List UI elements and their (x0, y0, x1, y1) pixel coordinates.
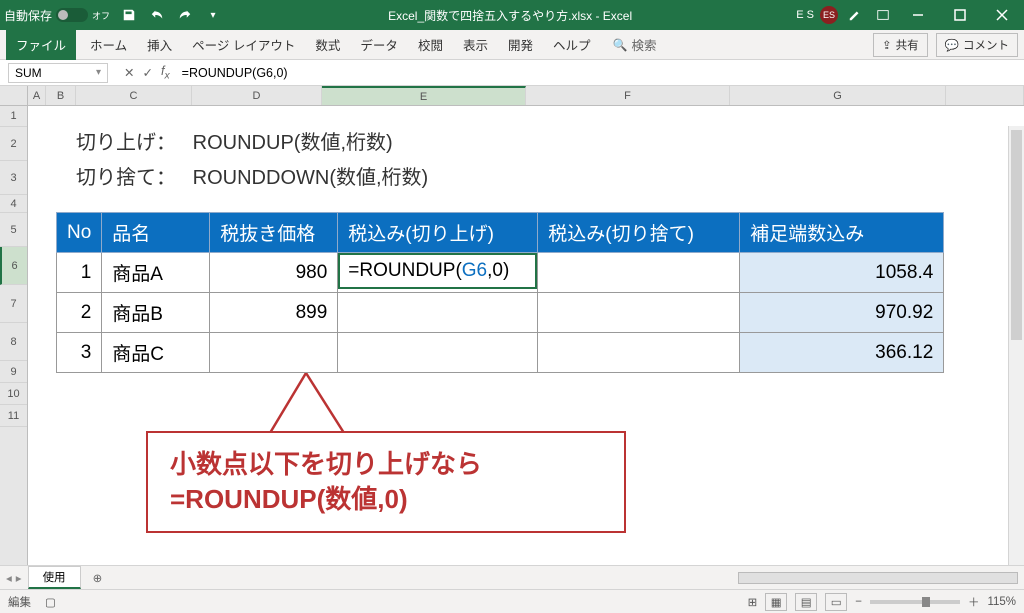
active-cell[interactable]: =ROUNDUP(G6,0) (338, 253, 538, 293)
row-header-5[interactable]: 5 (0, 213, 27, 247)
autosave-label: 自動保存 (4, 7, 52, 24)
tab-home[interactable]: ホーム (80, 29, 137, 60)
row-header-9[interactable]: 9 (0, 361, 27, 383)
zoom-level[interactable]: 115% (987, 596, 1016, 608)
tab-page-layout[interactable]: ページ レイアウト (182, 29, 305, 60)
tab-data[interactable]: データ (350, 29, 408, 60)
row-header-6[interactable]: 6 (0, 247, 27, 285)
tab-nav-last-icon[interactable]: ▸ (16, 571, 22, 585)
tab-help[interactable]: ヘルプ (543, 29, 601, 60)
drawing-icon[interactable] (844, 4, 866, 26)
row-header-8[interactable]: 8 (0, 323, 27, 361)
autosave-state: オフ (92, 9, 110, 22)
zoom-out-button[interactable]: − (855, 596, 862, 608)
fx-icon[interactable]: fx (161, 64, 170, 82)
zoom-slider[interactable] (870, 600, 960, 604)
autosave-toggle[interactable]: 自動保存 オフ (4, 7, 110, 24)
row-header-11[interactable]: 11 (0, 405, 27, 427)
comments-button[interactable]: 💬 コメント (936, 33, 1018, 57)
tab-view[interactable]: 表示 (453, 29, 498, 60)
close-button[interactable] (984, 0, 1020, 30)
formula-bar: SUM ▾ ✕ ✓ fx =ROUNDUP(G6,0) (0, 60, 1024, 86)
minimize-button[interactable] (900, 0, 936, 30)
column-header-E[interactable]: E (322, 86, 526, 105)
row-headers[interactable]: 1234567891011 (0, 106, 28, 565)
column-header-C[interactable]: C (76, 86, 192, 105)
redo-icon[interactable] (174, 4, 196, 26)
row-header-1[interactable]: 1 (0, 106, 27, 127)
chevron-down-icon[interactable]: ▾ (96, 67, 101, 78)
column-header-B[interactable]: B (46, 86, 76, 105)
name-box[interactable]: SUM ▾ (8, 63, 108, 83)
share-button[interactable]: ⇪ 共有 (873, 33, 928, 57)
row-header-3[interactable]: 3 (0, 161, 27, 195)
tab-formulas[interactable]: 数式 (305, 29, 350, 60)
window-title: Excel_関数で四捨五入するやり方.xlsx - Excel (224, 7, 796, 24)
intro-text: 切り上げ： ROUNDUP(数値,桁数) 切り捨て： ROUNDDOWN(数値,… (76, 126, 1012, 190)
table-header-row: No 品名 税抜き価格 税込み(切り上げ) 税込み(切り捨て) 補足端数込み (57, 213, 944, 253)
ribbon-tabs: ファイル ホーム 挿入 ページ レイアウト 数式 データ 校閲 表示 開発 ヘル… (0, 30, 1024, 60)
column-header-A[interactable]: A (28, 86, 46, 105)
table-row[interactable]: 1 商品A 980 =ROUNDUP(G6,0) 1058.4 (57, 253, 944, 293)
table-row[interactable]: 3 商品C 366.12 (57, 333, 944, 373)
select-all-corner[interactable] (0, 86, 28, 106)
display-settings-icon[interactable]: ⊞ (748, 595, 758, 609)
tab-developer[interactable]: 開発 (498, 29, 543, 60)
column-headers[interactable]: ABCDEFG (28, 86, 1024, 106)
worksheet-grid[interactable]: 1234567891011 ABCDEFG 切り上げ： ROUNDUP(数値,桁… (0, 86, 1024, 565)
user-es: E S (796, 9, 814, 21)
user-badge[interactable]: ES (820, 6, 838, 24)
normal-view-button[interactable]: ▦ (765, 593, 787, 611)
sheet-tabs: ◂ ▸ 使用 ⊕ (0, 565, 1024, 589)
title-bar: 自動保存 オフ ▾ Excel_関数で四捨五入するやり方.xlsx - Exce… (0, 0, 1024, 30)
tab-insert[interactable]: 挿入 (137, 29, 182, 60)
horizontal-scrollbar[interactable] (738, 572, 1018, 584)
table-row[interactable]: 2 商品B 899 970.92 (57, 293, 944, 333)
data-table[interactable]: No 品名 税抜き価格 税込み(切り上げ) 税込み(切り捨て) 補足端数込み 1 (56, 212, 944, 373)
vertical-scrollbar[interactable] (1008, 126, 1024, 565)
row-header-7[interactable]: 7 (0, 285, 27, 323)
cancel-icon[interactable]: ✕ (124, 65, 134, 80)
grid-body[interactable]: 切り上げ： ROUNDUP(数値,桁数) 切り捨て： ROUNDDOWN(数値,… (28, 106, 1024, 565)
tab-nav-first-icon[interactable]: ◂ (6, 571, 12, 585)
page-layout-view-button[interactable]: ▤ (795, 593, 817, 611)
search-icon: 🔍 (613, 38, 628, 52)
formula-input[interactable]: =ROUNDUP(G6,0) (178, 64, 1024, 82)
ribbon-display-icon[interactable] (872, 4, 894, 26)
share-icon: ⇪ (882, 38, 892, 52)
column-header-F[interactable]: F (526, 86, 730, 105)
callout-box: 小数点以下を切り上げなら =ROUNDUP(数値,0) (146, 431, 626, 533)
new-sheet-button[interactable]: ⊕ (87, 571, 109, 585)
macro-record-icon[interactable]: ▢ (45, 595, 56, 609)
save-icon[interactable] (118, 4, 140, 26)
tab-file[interactable]: ファイル (6, 29, 76, 60)
zoom-in-button[interactable]: ＋ (968, 594, 980, 610)
status-bar: 編集 ▢ ⊞ ▦ ▤ ▭ − ＋ 115% (0, 589, 1024, 613)
column-header-G[interactable]: G (730, 86, 946, 105)
row-header-4[interactable]: 4 (0, 195, 27, 213)
enter-icon[interactable]: ✓ (142, 65, 152, 80)
sheet-tab[interactable]: 使用 (28, 566, 81, 589)
callout-pointer (266, 373, 356, 435)
page-break-view-button[interactable]: ▭ (825, 593, 847, 611)
comment-icon: 💬 (945, 38, 959, 52)
qat-dropdown-icon[interactable]: ▾ (202, 4, 224, 26)
column-header-D[interactable]: D (192, 86, 322, 105)
undo-icon[interactable] (146, 4, 168, 26)
row-header-2[interactable]: 2 (0, 127, 27, 161)
status-mode: 編集 (8, 594, 31, 610)
row-header-10[interactable]: 10 (0, 383, 27, 405)
tab-review[interactable]: 校閲 (408, 29, 453, 60)
tell-me-label[interactable]: 検索 (631, 35, 656, 54)
maximize-button[interactable] (942, 0, 978, 30)
